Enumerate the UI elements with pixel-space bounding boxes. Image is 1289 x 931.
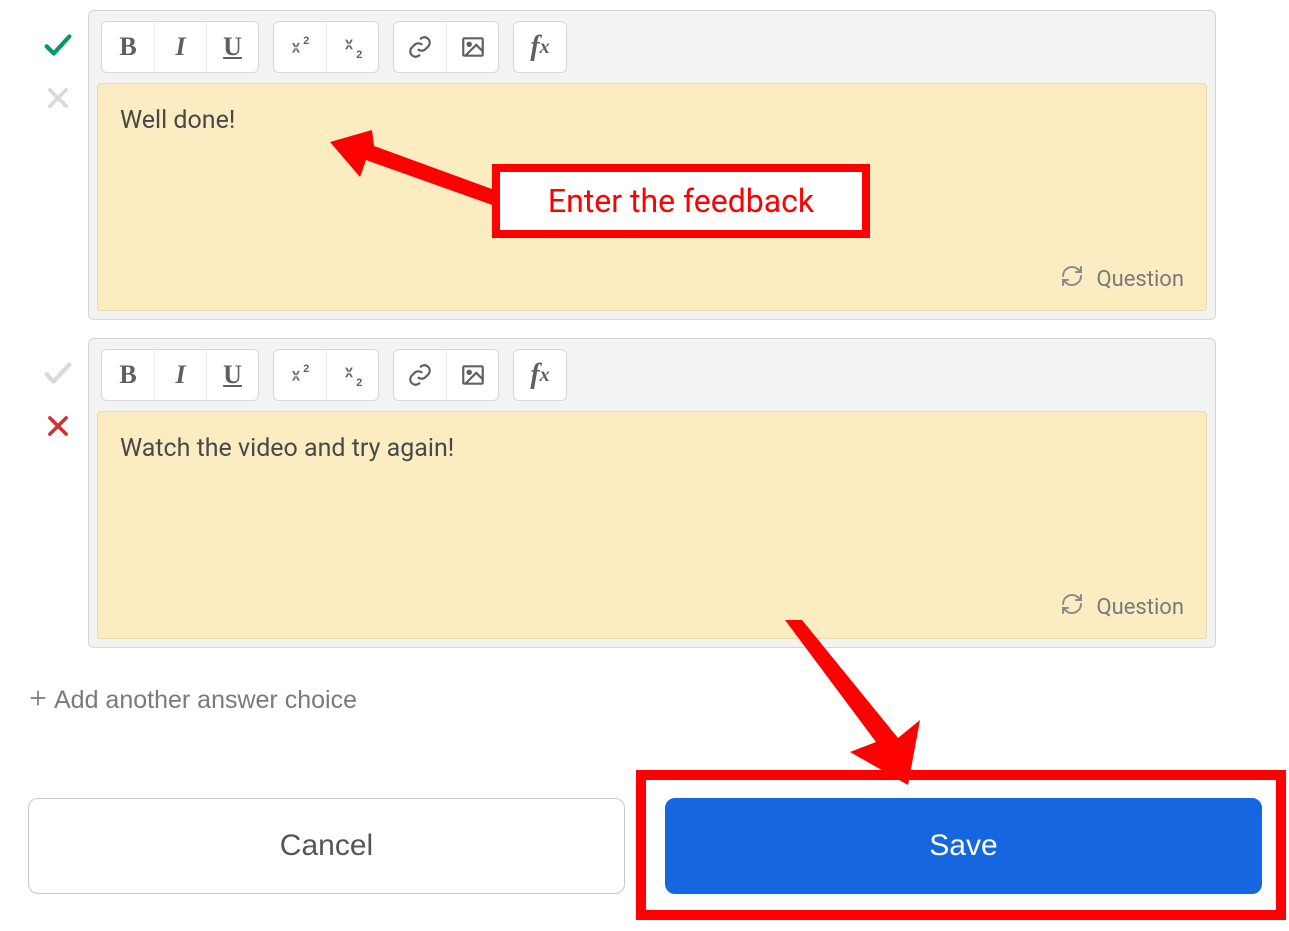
svg-text:2: 2 — [356, 377, 362, 388]
subscript-button[interactable]: 2 — [326, 350, 378, 400]
svg-text:2: 2 — [303, 35, 309, 47]
svg-text:2: 2 — [303, 363, 309, 375]
feedback-text[interactable]: Well done! — [120, 106, 1184, 135]
formula-button[interactable]: fx — [514, 22, 566, 72]
feedback-text[interactable]: Watch the video and try again! — [120, 434, 1184, 463]
italic-button[interactable]: I — [154, 350, 206, 400]
bold-button[interactable]: B — [102, 22, 154, 72]
dismiss-x-icon[interactable] — [44, 84, 72, 112]
superscript-button[interactable]: 2 — [274, 350, 326, 400]
cancel-label: Cancel — [280, 829, 373, 863]
italic-button[interactable]: I — [154, 22, 206, 72]
annotation-hint-text: Enter the feedback — [548, 182, 814, 220]
refresh-icon — [1060, 264, 1084, 294]
formula-button[interactable]: fx — [514, 350, 566, 400]
editor-toolbar: B I U 2 2 fx — [89, 11, 1215, 83]
bold-button[interactable]: B — [102, 350, 154, 400]
underline-button[interactable]: U — [206, 22, 258, 72]
inactive-check-icon[interactable] — [41, 356, 75, 390]
question-label: Question — [1096, 267, 1184, 292]
link-button[interactable] — [394, 22, 446, 72]
editor-toolbar: B I U 2 2 fx — [89, 339, 1215, 411]
question-tag[interactable]: Question — [1060, 592, 1184, 622]
save-button[interactable]: Save — [665, 798, 1262, 894]
image-button[interactable] — [446, 22, 498, 72]
incorrect-x-icon — [44, 412, 72, 440]
refresh-icon — [1060, 592, 1084, 622]
subscript-button[interactable]: 2 — [326, 22, 378, 72]
svg-text:2: 2 — [356, 49, 362, 60]
correct-check-icon — [41, 28, 75, 62]
add-answer-choice-label: Add another answer choice — [54, 686, 357, 715]
link-button[interactable] — [394, 350, 446, 400]
cancel-button[interactable]: Cancel — [28, 798, 625, 894]
superscript-button[interactable]: 2 — [274, 22, 326, 72]
annotation-hint-box: Enter the feedback — [492, 164, 870, 238]
feedback-editor-incorrect: B I U 2 2 fx — [88, 338, 1216, 648]
save-label: Save — [929, 829, 997, 863]
action-buttons: Cancel Save — [28, 798, 1262, 894]
underline-button[interactable]: U — [206, 350, 258, 400]
plus-icon — [28, 686, 48, 715]
add-answer-choice-button[interactable]: Add another answer choice — [28, 686, 357, 715]
question-label: Question — [1096, 595, 1184, 620]
image-button[interactable] — [446, 350, 498, 400]
feedback-textarea-incorrect[interactable]: Watch the video and try again! Question — [97, 411, 1207, 639]
question-tag[interactable]: Question — [1060, 264, 1184, 294]
